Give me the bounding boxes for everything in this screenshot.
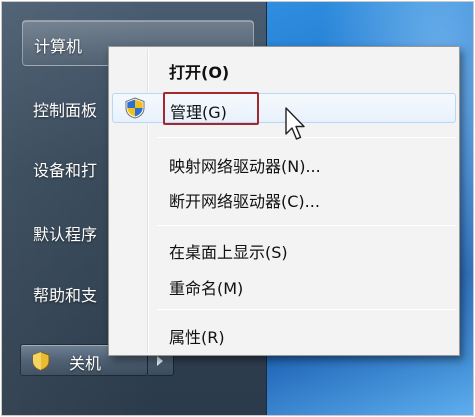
menu-item-open-label: 打开(O) [169, 63, 230, 82]
screenshot-frame: 计算机 控制面板 设备和打 默认程序 帮助和支 关机 打开(O) 管理(G) 映… [1, 1, 474, 416]
start-item-default-programs-label: 默认程序 [33, 225, 98, 244]
menu-item-disconnect-network-drive-label: 断开网络驱动器(C)... [169, 192, 320, 211]
menu-separator [157, 309, 456, 310]
menu-item-map-network-drive[interactable]: 映射网络驱动器(N)... [112, 149, 456, 177]
menu-item-rename[interactable]: 重命名(M) [112, 271, 456, 299]
menu-item-map-network-drive-label: 映射网络驱动器(N)... [169, 157, 321, 176]
menu-item-properties[interactable]: 属性(R) [112, 320, 456, 348]
menu-separator [157, 225, 456, 226]
shutdown-label: 关机 [69, 354, 102, 373]
start-item-control-panel-label: 控制面板 [33, 101, 98, 120]
menu-item-properties-label: 属性(R) [169, 328, 225, 347]
menu-item-show-on-desktop-label: 在桌面上显示(S) [169, 243, 288, 262]
shield-icon [32, 351, 50, 371]
menu-item-disconnect-network-drive[interactable]: 断开网络驱动器(C)... [112, 184, 456, 212]
menu-item-manage-label: 管理(G) [170, 103, 227, 122]
menu-item-rename-label: 重命名(M) [169, 279, 244, 298]
menu-item-open[interactable]: 打开(O) [112, 55, 456, 83]
start-item-devices-printers-label: 设备和打 [33, 161, 98, 180]
start-item-computer-label: 计算机 [34, 37, 83, 56]
mouse-pointer-icon [285, 107, 305, 140]
menu-item-show-on-desktop[interactable]: 在桌面上显示(S) [112, 235, 456, 263]
context-menu: 打开(O) 管理(G) 映射网络驱动器(N)... 断开网络驱动器(C)... … [108, 46, 460, 356]
start-item-help-support-label: 帮助和支 [33, 286, 98, 305]
uac-shield-icon [125, 97, 145, 119]
